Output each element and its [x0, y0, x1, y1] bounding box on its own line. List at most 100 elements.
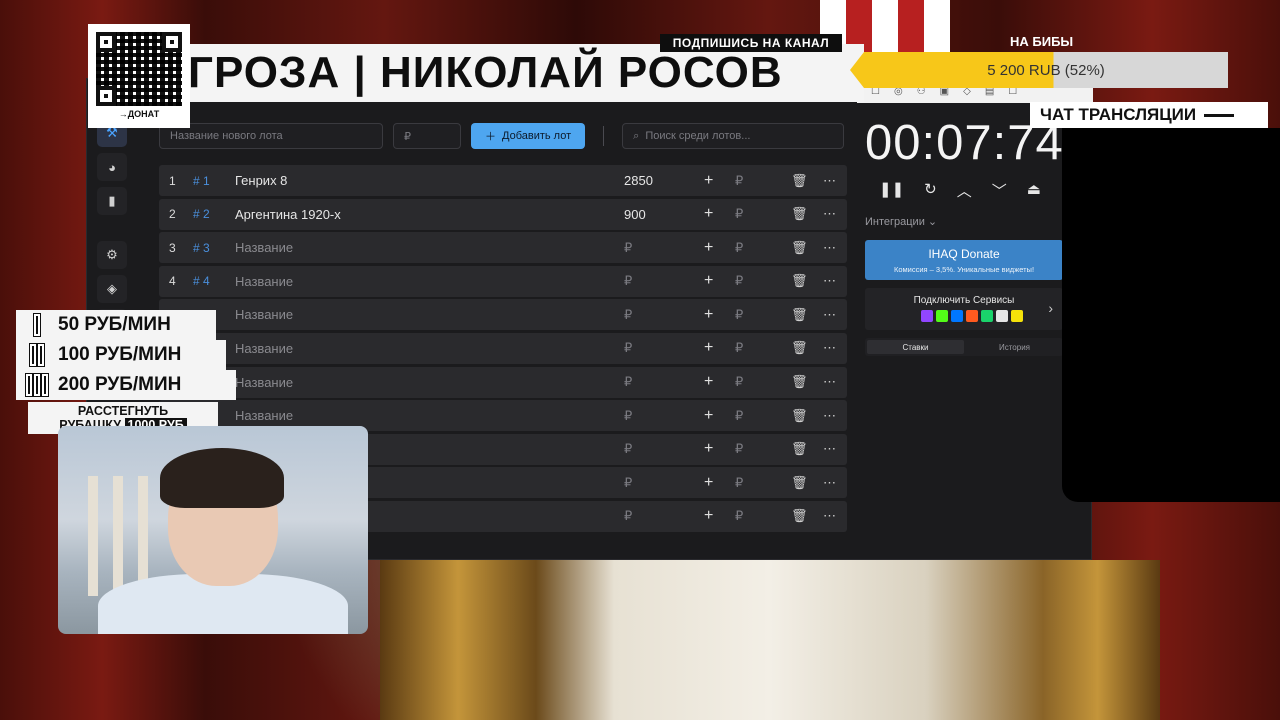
- settings-gear-icon[interactable]: ⚙: [97, 241, 127, 269]
- more-options-icon[interactable]: ⋯: [823, 206, 837, 222]
- service-icon[interactable]: [935, 310, 948, 322]
- layers-icon[interactable]: ◈: [97, 275, 127, 303]
- add-amount-input[interactable]: ₽: [735, 307, 743, 323]
- lot-sum-input[interactable]: 2850: [624, 173, 653, 188]
- add-amount-icon[interactable]: +: [704, 172, 713, 190]
- trash-icon[interactable]: 🗑: [791, 240, 808, 256]
- lot-name-input[interactable]: Аргентина 1920-х: [235, 207, 341, 222]
- lot-name-input[interactable]: Название: [235, 274, 293, 289]
- add-amount-input[interactable]: ₽: [735, 173, 743, 189]
- trash-icon[interactable]: 🗑: [791, 441, 808, 457]
- lot-row[interactable]: 1 # 1 Генрих 8 2850 + ₽ 🗑 ⋯: [159, 165, 847, 196]
- lot-row[interactable]: 4 # 4 Название ₽ + ₽ 🗑 ⋯: [159, 265, 847, 297]
- lot-sum-input[interactable]: ₽: [624, 508, 632, 524]
- add-amount-icon[interactable]: +: [704, 339, 713, 357]
- trash-icon[interactable]: 🗑: [791, 173, 808, 189]
- add-amount-icon[interactable]: +: [704, 507, 713, 525]
- add-amount-icon[interactable]: +: [704, 239, 713, 257]
- add-amount-input[interactable]: ₽: [735, 206, 743, 222]
- price-text: 200 РУБ/МИН: [58, 374, 182, 395]
- lot-row[interactable]: 2 # 2 Аргентина 1920-х 900 + ₽ 🗑 ⋯: [159, 198, 847, 230]
- donate-qr-code: →ДОНАТ: [88, 24, 190, 128]
- add-amount-icon[interactable]: +: [704, 373, 713, 391]
- more-options-icon[interactable]: ⋯: [823, 408, 837, 424]
- reset-icon[interactable]: ↻: [924, 180, 937, 201]
- more-options-icon[interactable]: ⋯: [823, 475, 837, 491]
- more-options-icon[interactable]: ⋯: [823, 173, 837, 189]
- chevron-down-icon[interactable]: ﹀: [992, 180, 1007, 201]
- eject-icon[interactable]: ⏏: [1027, 180, 1041, 201]
- donate-integration-card[interactable]: IHAQ Donate Комиссия – 3,5%. Уникальные …: [865, 240, 1063, 280]
- service-icon[interactable]: [950, 310, 963, 322]
- lot-sum-input[interactable]: ₽: [624, 340, 632, 356]
- add-amount-input[interactable]: ₽: [735, 273, 743, 289]
- trash-icon[interactable]: 🗑: [791, 307, 808, 323]
- lot-row[interactable]: 6# 6Название₽+₽🗑⋯: [159, 332, 847, 364]
- lot-name-input[interactable]: Генрих 8: [235, 173, 287, 188]
- more-options-icon[interactable]: ⋯: [823, 508, 837, 524]
- trash-icon[interactable]: 🗑: [791, 508, 808, 524]
- lot-name-input[interactable]: Название: [235, 408, 293, 423]
- add-lot-button[interactable]: ＋ Добавить лот: [471, 123, 586, 149]
- wheel-icon[interactable]: ◕: [97, 153, 127, 181]
- service-icon[interactable]: [920, 310, 933, 322]
- price-row: 50 РУБ/МИН: [16, 310, 216, 340]
- service-icon[interactable]: [965, 310, 978, 322]
- new-lot-amount-input[interactable]: ₽: [393, 123, 461, 149]
- service-icon[interactable]: [1010, 310, 1023, 322]
- more-options-icon[interactable]: ⋯: [823, 374, 837, 390]
- trash-icon[interactable]: 🗑: [791, 206, 808, 222]
- add-amount-icon[interactable]: +: [704, 272, 713, 290]
- integrations-dropdown[interactable]: Интеграции ⌄: [865, 215, 1063, 228]
- new-lot-name-input[interactable]: Название нового лота: [159, 123, 383, 149]
- lot-sum-input[interactable]: ₽: [624, 273, 632, 289]
- trash-icon[interactable]: 🗑: [791, 475, 808, 491]
- trash-icon[interactable]: 🗑: [791, 374, 808, 390]
- add-amount-input[interactable]: ₽: [735, 475, 743, 491]
- add-amount-input[interactable]: ₽: [735, 508, 743, 524]
- trash-icon[interactable]: 🗑: [791, 273, 808, 289]
- lot-sum-input[interactable]: ₽: [624, 475, 632, 491]
- lot-row[interactable]: 3 # 3 Название ₽ + ₽ 🗑 ⋯: [159, 232, 847, 264]
- lot-sum-input[interactable]: ₽: [624, 374, 632, 390]
- lot-sum-input[interactable]: ₽: [624, 307, 632, 323]
- stats-icon[interactable]: ▮: [97, 187, 127, 215]
- more-options-icon[interactable]: ⋯: [823, 307, 837, 323]
- service-icon[interactable]: [995, 310, 1008, 322]
- add-amount-icon[interactable]: +: [704, 440, 713, 458]
- pause-icon[interactable]: ❚❚: [879, 180, 904, 201]
- service-icon[interactable]: [980, 310, 993, 322]
- service-icon[interactable]: [905, 310, 918, 322]
- add-amount-icon[interactable]: +: [704, 407, 713, 425]
- add-amount-input[interactable]: ₽: [735, 240, 743, 256]
- trash-icon[interactable]: 🗑: [791, 340, 808, 356]
- timer-controls: ❚❚ ↻ ︿ ﹀ ⏏: [865, 180, 1063, 201]
- lot-row[interactable]: 5# 5Название₽+₽🗑⋯: [159, 299, 847, 331]
- add-amount-icon[interactable]: +: [704, 205, 713, 223]
- lot-name-input[interactable]: Название: [235, 240, 293, 255]
- more-options-icon[interactable]: ⋯: [823, 273, 837, 289]
- price-list: 50 РУБ/МИН 100 РУБ/МИН 200 РУБ/МИН: [16, 310, 246, 400]
- more-options-icon[interactable]: ⋯: [823, 240, 837, 256]
- lot-sum-input[interactable]: ₽: [624, 441, 632, 457]
- trash-icon[interactable]: 🗑: [791, 408, 808, 424]
- tab-bids[interactable]: Ставки: [867, 340, 964, 354]
- add-amount-input[interactable]: ₽: [735, 340, 743, 356]
- add-amount-input[interactable]: ₽: [735, 408, 743, 424]
- tab-history[interactable]: История: [966, 338, 1063, 356]
- lot-sum-input[interactable]: ₽: [624, 408, 632, 424]
- add-amount-input[interactable]: ₽: [735, 441, 743, 457]
- connect-services-card[interactable]: Подключить Сервисы ›: [865, 288, 1063, 330]
- more-options-icon[interactable]: ⋯: [823, 441, 837, 457]
- chevron-up-icon[interactable]: ︿: [957, 180, 972, 201]
- side-rail: ⚒ ◕ ▮ ⚙ ◈ ⛉: [97, 119, 131, 337]
- add-amount-icon[interactable]: +: [704, 306, 713, 324]
- plus-icon: ＋: [485, 131, 496, 143]
- lot-sum-input[interactable]: 900: [624, 207, 646, 222]
- lot-row[interactable]: 7# 7Название₽+₽🗑⋯: [159, 366, 847, 398]
- lot-search-input[interactable]: ⌕ Поиск среди лотов...: [622, 123, 845, 149]
- more-options-icon[interactable]: ⋯: [823, 340, 837, 356]
- add-amount-input[interactable]: ₽: [735, 374, 743, 390]
- add-amount-icon[interactable]: +: [704, 474, 713, 492]
- lot-sum-input[interactable]: ₽: [624, 240, 632, 256]
